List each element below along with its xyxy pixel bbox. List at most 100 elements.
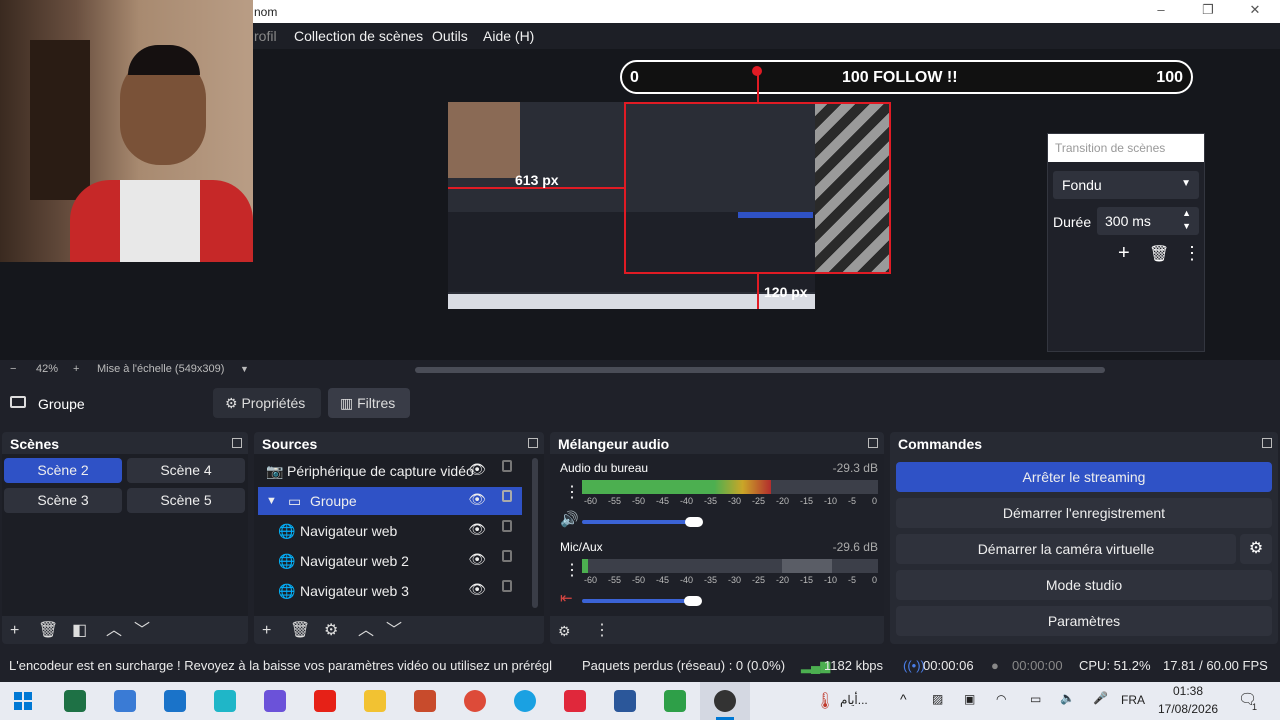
battery-icon[interactable]: ▭ [1030,692,1041,706]
lock-icon[interactable] [502,580,512,592]
youtube-icon[interactable] [314,690,336,712]
settings-button[interactable]: Paramètres [896,606,1272,636]
lock-icon[interactable] [502,460,512,472]
transition-select[interactable]: Fondu ▼ [1053,171,1199,199]
obs-taskbar-active[interactable] [700,682,750,720]
file-explorer-icon[interactable] [364,690,386,712]
move-up-icon[interactable]: ︿ [358,616,374,640]
scene-item-3[interactable]: Scène 3 [4,488,122,513]
rotation-handle[interactable] [752,66,762,76]
lock-icon[interactable] [502,550,512,562]
thermometer-icon[interactable]: 🌡 [815,691,835,711]
scene-item-4[interactable]: Scène 4 [127,458,245,483]
mixer-menu-icon[interactable]: ⋮ [594,620,610,640]
scene-item-5[interactable]: Scène 5 [127,488,245,513]
move-down-icon[interactable]: ﹀ [134,616,150,640]
volume-slider[interactable] [582,520,694,524]
start-virtual-camera-button[interactable]: Démarrer la caméra virtuelle [896,534,1236,564]
word-icon[interactable] [614,690,636,712]
clock-time[interactable]: 01:38 [1173,684,1203,698]
start-recording-button[interactable]: Démarrer l'enregistrement [896,498,1272,528]
volume-slider-knob[interactable] [685,517,703,527]
scale-dropdown-icon[interactable]: ▼ [240,364,249,374]
remove-source-icon[interactable]: 🗑 [290,620,310,640]
close-button[interactable]: ✕ [1240,2,1270,20]
zoom-out-button[interactable]: − [10,363,16,375]
dock-popout-icon[interactable] [232,438,242,448]
clock-date[interactable]: 17/08/2026 [1158,702,1218,716]
wps-icon[interactable] [564,690,586,712]
remove-scene-icon[interactable]: 🗑 [38,620,58,640]
dock-popout-icon[interactable] [1262,438,1272,448]
menu-help[interactable]: Aide (H) [483,28,534,44]
menu-profile[interactable]: rofil [254,28,277,44]
volume-slider-knob[interactable] [684,596,702,606]
move-up-icon[interactable]: ︿ [106,616,122,640]
outlook-icon[interactable] [164,690,186,712]
tray-app-icon[interactable]: ▨ [932,692,943,706]
studio-mode-button[interactable]: Mode studio [896,570,1272,600]
lock-icon[interactable] [502,520,512,532]
source-item[interactable]: 🌐 Navigateur web 3 👁 [258,577,522,605]
delete-transition-icon[interactable]: 🗑 [1149,244,1169,264]
scene-filters-icon[interactable]: ◧ [72,620,87,640]
visibility-eye-icon[interactable]: 👁 [468,491,486,508]
dock-popout-icon[interactable] [868,438,878,448]
channel-menu-icon[interactable]: ⋮ [564,560,580,580]
visibility-eye-icon[interactable]: 👁 [468,521,486,538]
filters-button[interactable]: ▥ Filtres [328,388,410,418]
add-transition-icon[interactable]: + [1118,242,1130,265]
stop-streaming-button[interactable]: Arrêter le streaming [896,462,1272,492]
add-source-icon[interactable]: + [262,622,271,640]
channel-menu-icon[interactable]: ⋮ [564,482,580,502]
duration-spinbox[interactable]: 300 ms ▲ ▼ [1097,207,1199,235]
more-options-icon[interactable]: ⋮ [1183,243,1201,264]
zoom-in-button[interactable]: + [73,363,79,375]
audio-settings-icon[interactable]: ⚙ [558,623,571,640]
edge-icon[interactable] [514,690,536,712]
mic-muted-icon[interactable]: ⇤ [560,589,573,607]
lock-icon[interactable] [502,490,512,502]
chrome-icon[interactable] [464,690,486,712]
selection-box[interactable] [624,102,891,274]
dock-popout-icon[interactable] [528,438,538,448]
add-scene-icon[interactable]: + [10,622,19,640]
source-item[interactable]: 📷 Périphérique de capture vidéo 👁 [258,457,522,485]
scene-item-2[interactable]: Scène 2 [4,458,122,483]
speaker-icon[interactable]: 🔊 [560,510,579,528]
excel-icon[interactable] [64,690,86,712]
windows-start-icon[interactable] [14,692,32,710]
menu-tools[interactable]: Outils [432,28,468,44]
app-icon[interactable] [214,690,236,712]
horizontal-scrollbar[interactable] [415,367,1105,373]
az-app-icon[interactable] [664,690,686,712]
source-item[interactable]: 🌐 Navigateur web 👁 [258,517,522,545]
properties-button[interactable]: ⚙ Propriétés [213,388,321,418]
spin-down-icon[interactable]: ▼ [1182,221,1191,231]
language-indicator[interactable]: FRA [1121,693,1145,707]
volume-slider[interactable] [582,599,694,603]
spin-up-icon[interactable]: ▲ [1182,208,1191,218]
weather-text[interactable]: أيام... [840,693,868,707]
store-icon[interactable] [114,690,136,712]
source-item[interactable]: 🌐 Navigateur web 2 👁 [258,547,522,575]
powerpoint-icon[interactable] [414,690,436,712]
move-down-icon[interactable]: ﹀ [386,616,402,640]
virtual-camera-settings-icon[interactable]: ⚙ [1240,534,1272,564]
minimize-button[interactable]: – [1146,2,1176,20]
tray-app-icon[interactable]: ▣ [964,692,975,706]
menu-scene-collection[interactable]: Collection de scènes [294,28,423,44]
visibility-eye-icon[interactable]: 👁 [468,551,486,568]
maximize-button[interactable]: ❐ [1193,2,1223,20]
volume-icon[interactable]: 🔈 [1060,691,1075,705]
app-icon[interactable] [264,690,286,712]
visibility-eye-icon[interactable]: 👁 [468,461,486,478]
source-properties-icon[interactable]: ⚙ [324,620,338,640]
collapse-arrow-icon[interactable]: ▼ [266,495,277,507]
wifi-icon[interactable]: ◠ [996,692,1006,706]
microphone-icon[interactable]: 🎤 [1093,691,1108,705]
chevron-up-icon[interactable]: ^ [900,691,907,707]
visibility-eye-icon[interactable]: 👁 [468,581,486,598]
source-item[interactable]: ▼ ▭ Groupe 👁 [258,487,522,515]
sources-scrollbar[interactable] [532,458,538,608]
